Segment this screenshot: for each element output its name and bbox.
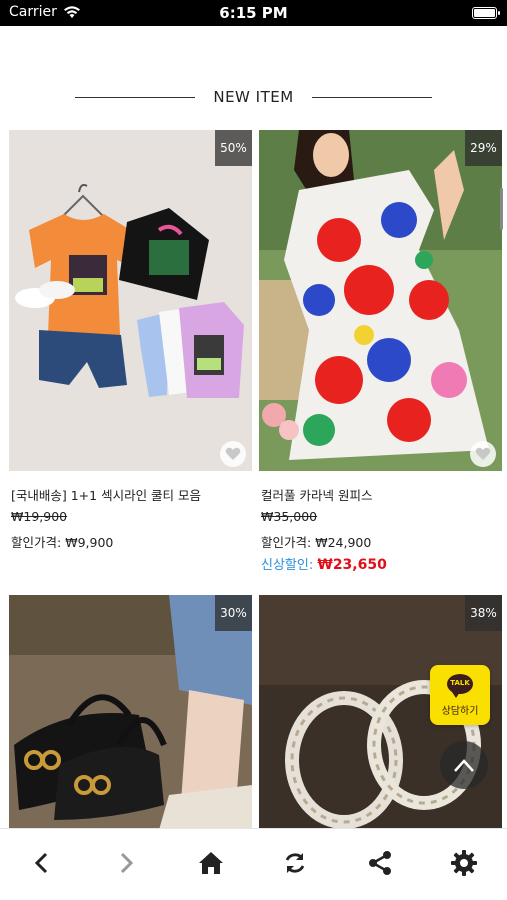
product-name[interactable]: [국내배송] 1+1 섹시라인 쿨티 모음: [11, 485, 201, 504]
home-icon: [199, 852, 223, 874]
status-bar: Carrier 6:15 PM: [0, 0, 507, 26]
gear-icon: [451, 850, 477, 876]
discount-badge: 30%: [215, 595, 252, 631]
product-image[interactable]: 30%: [9, 595, 252, 830]
divider-right: [312, 97, 432, 98]
chevron-right-icon: [120, 852, 134, 874]
share-button[interactable]: [360, 843, 400, 883]
product-card[interactable]: 30%: [9, 595, 252, 830]
product-image[interactable]: 50%: [9, 130, 252, 471]
sale-price-row: 할인가격: ₩9,900: [11, 532, 113, 551]
kakao-consult-button[interactable]: TALK 상담하기: [430, 665, 490, 725]
talk-badge-text: TALK: [450, 679, 470, 687]
new-sale-price: ₩23,650: [317, 557, 387, 573]
sale-price: ₩24,900: [315, 535, 372, 550]
product-card[interactable]: 29% 컬러풀 카라넥 원피스 ₩35,000 할인가격: ₩24,900 신상…: [259, 130, 502, 573]
sale-price-label: 할인가격:: [261, 535, 312, 550]
chevron-up-icon: [454, 759, 474, 772]
section-header: NEW ITEM: [0, 86, 507, 110]
discount-badge: 29%: [465, 130, 502, 166]
refresh-icon: [285, 853, 305, 873]
sale-price: ₩9,900: [65, 535, 114, 550]
back-button[interactable]: [22, 843, 62, 883]
settings-button[interactable]: [444, 843, 484, 883]
product-name[interactable]: 컬러풀 카라넥 원피스: [261, 485, 372, 504]
discount-badge: 38%: [465, 595, 502, 631]
heart-icon: [225, 447, 241, 460]
sale-price-label: 할인가격:: [11, 535, 62, 550]
scroll-indicator[interactable]: [500, 188, 503, 230]
wishlist-button[interactable]: [220, 441, 246, 467]
product-card[interactable]: 50% [국내배송] 1+1 섹시라인 쿨티 모음 ₩19,900 할인가격: …: [9, 130, 252, 570]
sale-price-row: 할인가격: ₩24,900: [261, 532, 371, 551]
bottom-toolbar: [0, 828, 507, 900]
new-sale-label: 신상할인:: [261, 558, 314, 573]
clock: 6:15 PM: [219, 4, 288, 22]
forward-button[interactable]: [106, 843, 146, 883]
chevron-left-icon: [34, 852, 48, 874]
new-sale-price-row: 신상할인: ₩23,650: [261, 554, 387, 573]
scroll-top-button[interactable]: [440, 741, 488, 789]
original-price: ₩35,000: [261, 509, 318, 524]
home-button[interactable]: [191, 843, 231, 883]
refresh-button[interactable]: [275, 843, 315, 883]
heart-icon: [475, 447, 491, 460]
original-price: ₩19,900: [11, 509, 68, 524]
wishlist-button[interactable]: [470, 441, 496, 467]
share-icon: [369, 851, 391, 875]
discount-badge: 50%: [215, 130, 252, 166]
kakao-label: 상담하기: [441, 706, 479, 717]
battery-icon: [472, 7, 500, 19]
product-image[interactable]: 29%: [259, 130, 502, 471]
